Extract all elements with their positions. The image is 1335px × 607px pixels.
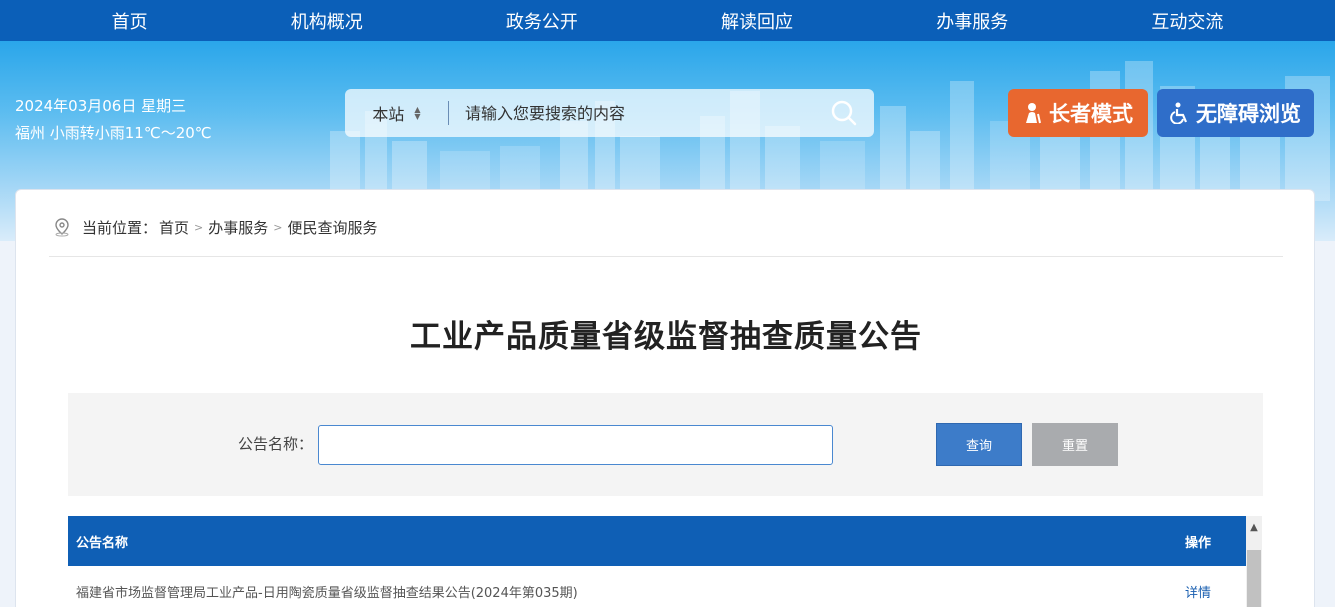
accessibility-label: 无障碍浏览 xyxy=(1196,102,1301,126)
breadcrumb: 当前位置： 首页 > 办事服务 > 便民查询服务 xyxy=(52,215,378,239)
date-text: 2024年03月06日 星期三 xyxy=(15,97,187,115)
search-scope-select[interactable]: 本站 ▲ ▼ xyxy=(345,101,449,125)
reset-button[interactable]: 重置 xyxy=(1032,423,1118,466)
top-nav: 首页 机构概况 政务公开 解读回应 办事服务 互动交流 xyxy=(0,0,1335,41)
breadcrumb-prefix: 当前位置： xyxy=(82,218,158,237)
announcement-name-cell: 福建省市场监督管理局工业产品-日用陶瓷质量省级监督抽查结果公告(2024年第03… xyxy=(76,585,578,601)
nav-item-interaction[interactable]: 互动交流 xyxy=(1131,8,1243,34)
location-pin-icon xyxy=(55,218,69,237)
nav-item-organization[interactable]: 机构概况 xyxy=(271,8,383,34)
content-card: 当前位置： 首页 > 办事服务 > 便民查询服务 工业产品质量省级监督抽查质量公… xyxy=(15,189,1315,607)
query-button[interactable]: 查询 xyxy=(936,423,1022,466)
breadcrumb-separator: > xyxy=(273,220,283,234)
table-scrollbar[interactable]: ▲ xyxy=(1246,516,1262,607)
sort-arrows-icon: ▲ ▼ xyxy=(414,105,421,121)
table-row: 福建省市场监督管理局工业产品-日用陶瓷质量省级监督抽查结果公告(2024年第03… xyxy=(68,566,1246,607)
search-input[interactable] xyxy=(449,89,814,137)
accessibility-button[interactable]: 无障碍浏览 xyxy=(1157,89,1314,137)
search-bar: 本站 ▲ ▼ xyxy=(345,89,874,137)
page-title: 工业产品质量省级监督抽查质量公告 xyxy=(410,319,922,355)
breadcrumb-query-services[interactable]: 便民查询服务 xyxy=(287,217,377,238)
weather-text: 福州 小雨转小雨11℃～20℃ xyxy=(15,124,212,142)
filter-panel: 公告名称： 查询 重置 xyxy=(68,393,1263,496)
search-button[interactable] xyxy=(814,89,874,137)
date-weather: 2024年03月06日 星期三 福州 小雨转小雨11℃～20℃ xyxy=(15,93,212,147)
scrollbar-thumb[interactable] xyxy=(1247,550,1261,607)
breadcrumb-services[interactable]: 办事服务 xyxy=(208,217,268,238)
divider xyxy=(49,256,1283,257)
announcement-name-label: 公告名称： xyxy=(238,435,314,453)
elder-person-icon xyxy=(1026,103,1041,124)
column-header-action: 操作 xyxy=(1184,535,1211,551)
search-icon xyxy=(831,100,857,126)
elder-mode-label: 长者模式 xyxy=(1049,102,1133,126)
search-scope-label: 本站 xyxy=(372,105,405,124)
nav-item-services[interactable]: 办事服务 xyxy=(916,8,1028,34)
wheelchair-icon xyxy=(1170,102,1188,124)
column-header-name: 公告名称 xyxy=(76,535,129,551)
scroll-up-icon[interactable]: ▲ xyxy=(1246,516,1262,538)
breadcrumb-home[interactable]: 首页 xyxy=(159,217,189,238)
elder-mode-button[interactable]: 长者模式 xyxy=(1008,89,1148,137)
breadcrumb-separator: > xyxy=(194,220,204,234)
announcement-name-input[interactable] xyxy=(318,425,833,465)
details-link[interactable]: 详情 xyxy=(1185,582,1211,601)
nav-item-interpretation[interactable]: 解读回应 xyxy=(701,8,813,34)
nav-item-home[interactable]: 首页 xyxy=(92,8,168,34)
announcement-table: 公告名称 操作 福建省市场监督管理局工业产品-日用陶瓷质量省级监督抽查结果公告(… xyxy=(68,516,1246,607)
nav-item-government-affairs[interactable]: 政务公开 xyxy=(486,8,598,34)
table-header: 公告名称 操作 xyxy=(68,516,1246,566)
